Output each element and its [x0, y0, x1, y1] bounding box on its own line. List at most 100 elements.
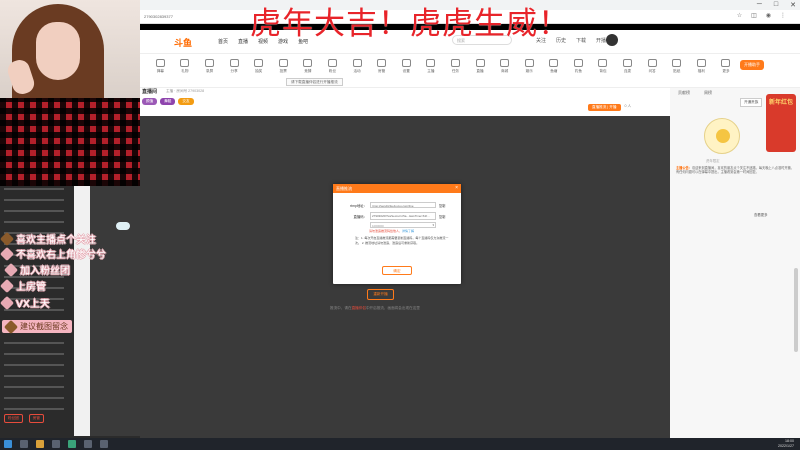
obs-icon[interactable] — [84, 440, 92, 448]
toolbar-tool[interactable]: 商城 — [492, 59, 517, 74]
tool-label: 连麦 — [623, 69, 632, 73]
rank-tabs: 贡献榜 周榜 — [678, 90, 712, 96]
windows-icon[interactable] — [4, 440, 12, 448]
toolbar-tool[interactable]: 贴纸 — [664, 59, 689, 74]
room-name: 直播间 — [142, 89, 158, 95]
code-label: 直播码： — [353, 214, 367, 219]
more-link[interactable]: 查看更多 — [754, 212, 768, 217]
restart-stream-button[interactable]: 重新开播 — [367, 289, 394, 300]
toolbar-tool[interactable]: 主播 — [419, 59, 444, 74]
toolbar-tool[interactable]: 设置 — [394, 59, 419, 74]
toolbar-tool[interactable]: 抽奖 — [246, 59, 271, 74]
overlay-title: 虎年大吉！虎虎生威！ — [250, 6, 570, 42]
tool-label: 鱼塘 — [550, 69, 558, 73]
sidebar-buttons: 粉丝团 房管 — [4, 414, 44, 423]
toolbar-tool[interactable]: 分享 — [222, 59, 247, 74]
profile-icon[interactable]: ◉ — [766, 12, 771, 19]
rtmp-row: rtmp地址： rtmp://sendtc3a.douyu.com/live 复… — [345, 202, 445, 208]
site-logo[interactable]: 斗鱼 — [174, 36, 192, 49]
red-envelope-label: 新年红包 — [768, 100, 793, 106]
sidebar-panel — [90, 186, 140, 436]
tool-label: 活动 — [353, 69, 361, 73]
nav-item[interactable]: 首页 — [218, 38, 228, 45]
close-icon[interactable]: ✕ — [790, 1, 796, 9]
tool-label: 更多 — [722, 69, 730, 73]
assistant-button[interactable]: 开播助手 — [740, 60, 764, 70]
browser-icon[interactable] — [68, 440, 76, 448]
toolbar-tool[interactable]: 直播 — [468, 59, 493, 74]
hint-prefix: 推流中，请在 — [330, 306, 352, 310]
toolbar-tool[interactable]: 房管 — [369, 59, 394, 74]
toolbar-tool[interactable]: 投票 — [271, 59, 296, 74]
tool-list: 弹幕 礼物 录屏 分享 抽奖 投票 竞猜 粉丝 活动 房管 设置 主播 任务 直播 商城 娱乐 鱼塘 钓鱼 背包 连麦… — [148, 59, 738, 74]
tab-weekly[interactable]: 周榜 — [704, 90, 712, 96]
toolbar-tool[interactable]: 竞猜 — [296, 59, 321, 74]
tool-icon — [426, 59, 436, 67]
tool-icon — [278, 59, 288, 67]
folder-icon[interactable] — [36, 440, 44, 448]
nav-action[interactable]: 下载 — [576, 37, 586, 44]
toolbar-tool[interactable]: 问答 — [640, 59, 665, 74]
room-tag[interactable]: 舞蹈 — [160, 98, 176, 105]
red-envelope-banner[interactable]: 新年红包 — [766, 94, 796, 152]
tool-icon — [672, 59, 682, 67]
room-tag[interactable]: 交友 — [178, 98, 194, 105]
video-player[interactable]: 直播推流 × rtmp地址： rtmp://sendtc3a.douyu.com… — [140, 116, 670, 438]
tool-label: 设置 — [402, 69, 410, 73]
tab-contribution[interactable]: 贡献榜 — [678, 90, 690, 96]
fan-club-button[interactable]: 粉丝团 — [4, 414, 23, 423]
scrollbar[interactable] — [794, 268, 798, 352]
toolbar-tool[interactable]: 鱼塘 — [542, 59, 567, 74]
toolbar-tool[interactable]: 礼物 — [173, 59, 198, 74]
menu-icon[interactable]: ⋮ — [780, 12, 786, 19]
tool-icon — [303, 59, 313, 67]
stream-push-button[interactable]: 直播推流 | 开播 — [588, 104, 621, 111]
taskbar-icons — [4, 440, 108, 448]
chat-text: 喜欢主播点个关注 — [16, 235, 96, 246]
toolbar-tool[interactable]: 更多 — [714, 59, 739, 74]
bitrate-select[interactable]: 1000000 — [370, 222, 436, 228]
tool-label: 问答 — [648, 69, 656, 73]
mascot-caption: 虎年限定 — [706, 159, 720, 163]
toolbar-tool[interactable]: 粉丝 — [320, 59, 345, 74]
dialog-title: 直播推流 — [336, 186, 352, 191]
select-row: 1000000 — [370, 222, 436, 228]
search-icon[interactable] — [20, 440, 28, 448]
nav-item[interactable]: 直播 — [238, 38, 248, 45]
toolbar-tool[interactable]: 任务 — [443, 59, 468, 74]
toolbar-tool[interactable]: 背包 — [591, 59, 616, 74]
close-icon[interactable]: × — [455, 185, 458, 191]
taskbar: 18:00 2022/1/27 — [0, 438, 800, 450]
tool-label: 娱乐 — [525, 69, 533, 73]
clock[interactable]: 18:00 2022/1/27 — [778, 439, 794, 448]
tool-icon — [352, 59, 362, 67]
warning-message: 请勿泄露推流码给他人， — [369, 229, 403, 233]
bookmark-icon[interactable]: ☆ — [737, 12, 742, 19]
toolbar-tool[interactable]: 福利 — [689, 59, 714, 74]
confirm-button[interactable]: 确定 — [382, 266, 412, 275]
room-tag[interactable]: 颜值 — [142, 98, 158, 105]
nav-action[interactable]: 开播 — [596, 37, 606, 44]
maximize-icon[interactable]: □ — [774, 1, 778, 9]
steam-icon[interactable] — [100, 440, 108, 448]
toolbar-tool[interactable]: 录屏 — [197, 59, 222, 74]
url-text: 2790302839377 — [144, 14, 173, 19]
stream-code-field[interactable]: 2790302R?wsSecret=c5a...&wsTime=61f... — [370, 212, 436, 220]
extension-icon[interactable]: ◫ — [751, 12, 757, 19]
minimize-icon[interactable]: ─ — [757, 1, 762, 9]
toolbar-tool[interactable]: 连麦 — [615, 59, 640, 74]
details-link[interactable]: 详情了解 — [402, 229, 414, 233]
toolbar-tool[interactable]: 弹幕 — [148, 59, 173, 74]
copy-code-button[interactable]: 复制 — [439, 214, 445, 219]
hint-link[interactable]: 直播伴侣 — [352, 306, 366, 310]
avatar[interactable] — [606, 34, 618, 46]
toolbar-tool[interactable]: 钓鱼 — [566, 59, 591, 74]
rtmp-field[interactable]: rtmp://sendtc3a.douyu.com/live — [370, 202, 436, 208]
copy-rtmp-button[interactable]: 复制 — [439, 203, 445, 208]
tool-label: 竞猜 — [304, 69, 312, 73]
room-admin-button[interactable]: 房管 — [28, 414, 44, 423]
toolbar-tool[interactable]: 娱乐 — [517, 59, 542, 74]
toolbar-tool[interactable]: 活动 — [345, 59, 370, 74]
noble-button[interactable]: 开通贵族 — [740, 98, 763, 107]
app-icon[interactable] — [52, 440, 60, 448]
